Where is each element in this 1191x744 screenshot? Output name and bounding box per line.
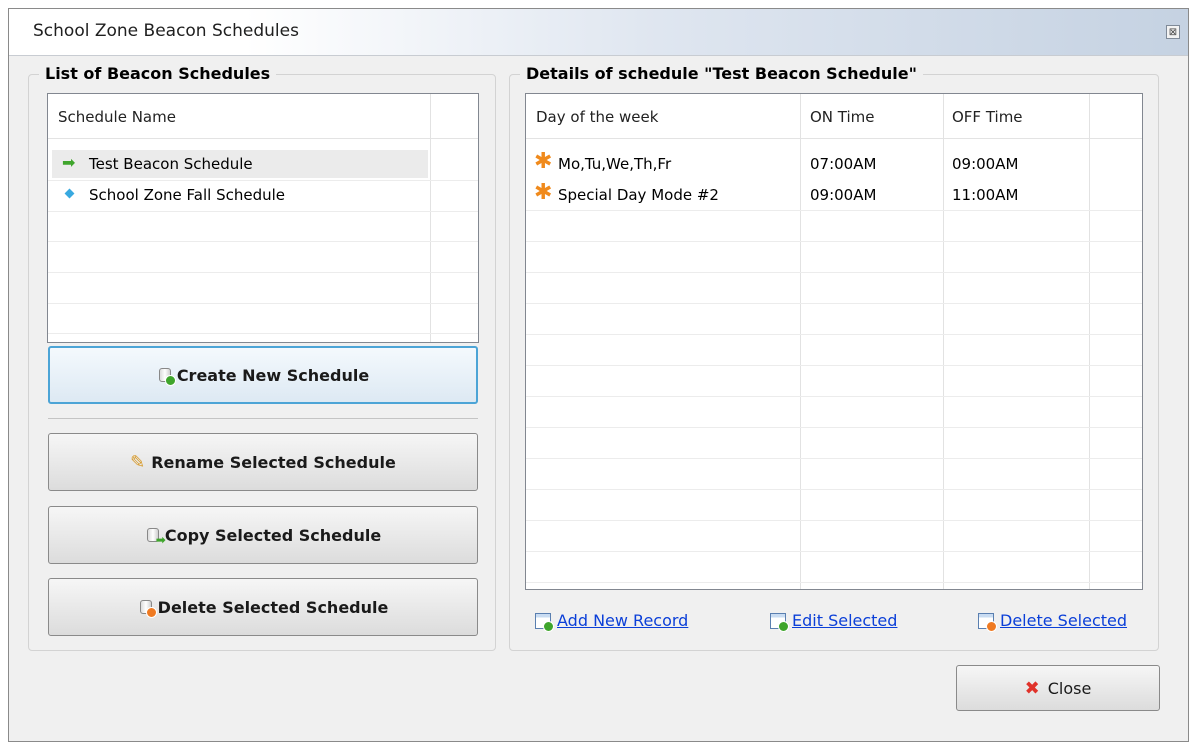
delete-selected-schedule-button[interactable]: Delete Selected Schedule xyxy=(48,578,478,636)
row-divider xyxy=(526,210,1142,211)
schedule-details-grid[interactable]: Day of the week ON Time OFF Time ✱ Mo,Tu… xyxy=(525,93,1143,590)
list-item[interactable]: ➡ Test Beacon Schedule xyxy=(52,150,428,178)
row-divider xyxy=(526,427,1142,428)
row-divider xyxy=(526,458,1142,459)
row-divider xyxy=(48,241,478,242)
edit-selected-link[interactable]: Edit Selected xyxy=(770,611,898,632)
rename-button-label: Rename Selected Schedule xyxy=(151,452,396,472)
delete-selected-label: Delete Selected xyxy=(1000,611,1128,630)
column-header-schedule-name[interactable]: Schedule Name xyxy=(58,108,176,126)
create-new-schedule-button[interactable]: Create New Schedule xyxy=(48,346,478,404)
database-delete-icon xyxy=(138,598,157,618)
copy-selected-schedule-button[interactable]: ➡ Copy Selected Schedule xyxy=(48,506,478,564)
schedule-list-header: Schedule Name xyxy=(48,94,478,139)
row-divider xyxy=(526,396,1142,397)
close-button[interactable]: ✖ Close xyxy=(956,665,1160,711)
row-divider xyxy=(48,303,478,304)
create-button-label: Create New Schedule xyxy=(176,365,370,385)
details-grid-header: Day of the week ON Time OFF Time xyxy=(526,94,1142,139)
close-button-label: Close xyxy=(1047,678,1092,698)
orange-star-icon: ✱ xyxy=(534,149,553,174)
column-header-on-time[interactable]: ON Time xyxy=(810,108,875,126)
orange-star-icon: ✱ xyxy=(534,180,553,205)
window-close-icon[interactable]: ⊠ xyxy=(1166,25,1180,39)
list-item-label: Test Beacon Schedule xyxy=(89,155,253,173)
row-divider xyxy=(48,180,478,181)
row-divider xyxy=(48,272,478,273)
row-divider xyxy=(48,211,478,212)
cell-on-time: 09:00AM xyxy=(810,186,877,204)
column-divider xyxy=(430,94,431,342)
database-copy-icon: ➡ xyxy=(145,526,166,547)
blue-diamond-icon xyxy=(64,188,75,199)
row-divider xyxy=(526,489,1142,490)
table-row[interactable]: ✱ Mo,Tu,We,Th,Fr 07:00AM 09:00AM xyxy=(526,150,1142,178)
window-title: School Zone Beacon Schedules xyxy=(33,21,299,41)
cell-day: Mo,Tu,We,Th,Fr xyxy=(558,155,672,173)
column-header-day[interactable]: Day of the week xyxy=(536,108,658,126)
table-row[interactable]: ✱ Special Day Mode #2 09:00AM 11:00AM xyxy=(526,181,1142,209)
grid-delete-icon xyxy=(978,612,997,632)
schedule-details-title: Details of schedule "Test Beacon Schedul… xyxy=(520,64,923,83)
row-divider xyxy=(48,333,478,334)
cell-day: Special Day Mode #2 xyxy=(558,186,719,204)
grid-add-icon xyxy=(535,612,554,632)
add-new-record-link[interactable]: Add New Record xyxy=(535,611,689,632)
row-divider xyxy=(526,582,1142,583)
green-arrow-icon: ➡ xyxy=(62,153,76,172)
row-divider xyxy=(526,365,1142,366)
row-divider xyxy=(526,520,1142,521)
cell-off-time: 11:00AM xyxy=(952,186,1019,204)
database-add-icon xyxy=(157,366,176,386)
grid-edit-icon xyxy=(770,612,789,632)
add-new-record-label: Add New Record xyxy=(557,611,689,630)
list-item[interactable]: School Zone Fall Schedule xyxy=(52,182,428,210)
rename-selected-schedule-button[interactable]: ✎ Rename Selected Schedule xyxy=(48,433,478,491)
row-divider xyxy=(526,334,1142,335)
list-item-label: School Zone Fall Schedule xyxy=(89,186,285,204)
delete-selected-link[interactable]: Delete Selected xyxy=(978,611,1128,632)
pencil-icon: ✎ xyxy=(130,451,146,473)
row-divider xyxy=(526,241,1142,242)
delete-button-label: Delete Selected Schedule xyxy=(157,597,389,617)
copy-button-label: Copy Selected Schedule xyxy=(164,525,382,545)
edit-selected-label: Edit Selected xyxy=(792,611,898,630)
button-separator xyxy=(48,418,478,419)
row-divider xyxy=(526,551,1142,552)
cell-off-time: 09:00AM xyxy=(952,155,1019,173)
close-x-icon: ✖ xyxy=(1024,677,1040,699)
cell-on-time: 07:00AM xyxy=(810,155,877,173)
row-divider xyxy=(526,303,1142,304)
title-bar: School Zone Beacon Schedules ⊠ xyxy=(9,9,1188,56)
schedule-list-grid[interactable]: Schedule Name ➡ Test Beacon Schedule Sch… xyxy=(47,93,479,343)
column-header-off-time[interactable]: OFF Time xyxy=(952,108,1023,126)
row-divider xyxy=(526,272,1142,273)
schedule-list-title: List of Beacon Schedules xyxy=(39,64,277,83)
